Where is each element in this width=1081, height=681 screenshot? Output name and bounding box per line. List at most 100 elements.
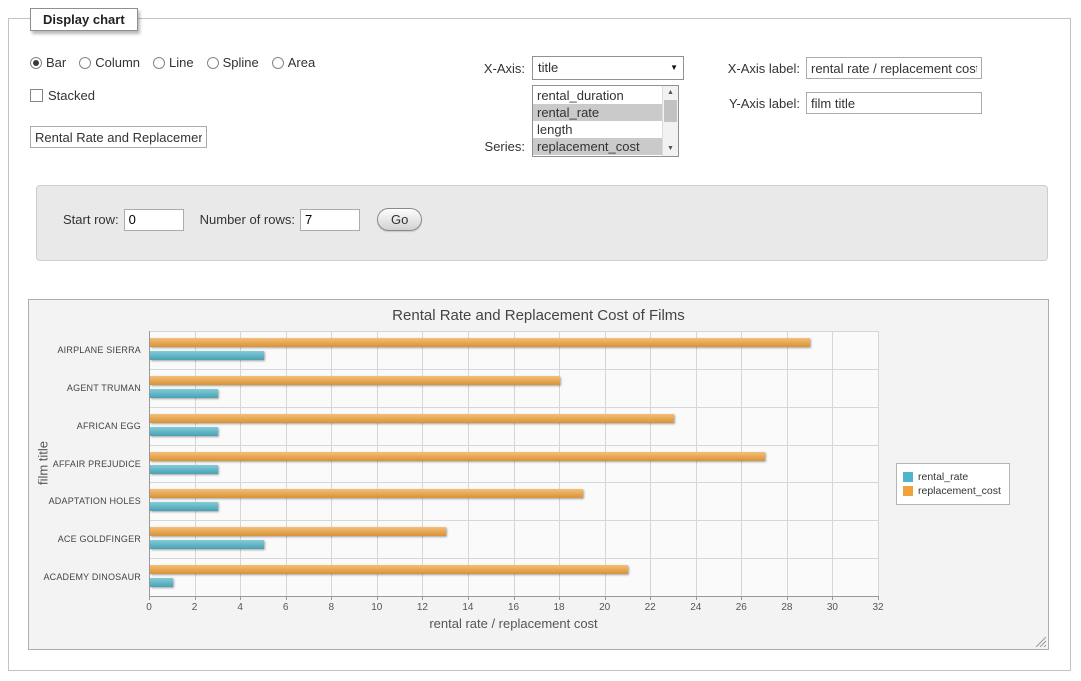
chart-panel: Rental Rate and Replacement Cost of Film… — [28, 299, 1049, 650]
y-axis-label-field-label: Y-Axis label: — [688, 96, 800, 111]
x-axis-label-field-label: X-Axis label: — [688, 61, 800, 76]
x-tick-label: 18 — [544, 602, 574, 613]
series-listbox-label: Series: — [420, 139, 525, 154]
x-tick-label: 14 — [453, 602, 483, 613]
x-tick-label: 6 — [271, 602, 301, 613]
series-options: rental_durationrental_ratelengthreplacem… — [533, 87, 663, 155]
radio-icon[interactable] — [207, 57, 219, 69]
stacked-label: Stacked — [48, 88, 95, 103]
axis-tick — [878, 596, 879, 600]
x-tick-label: 32 — [863, 602, 893, 613]
chart-legend: rental_rate replacement_cost — [896, 463, 1010, 505]
category-label: AIRPLANE SIERRA — [31, 345, 141, 355]
scrollbar-thumb[interactable] — [664, 100, 677, 122]
bar-replacement_cost — [150, 338, 810, 347]
x-tick-label: 30 — [817, 602, 847, 613]
y-axis-label-input[interactable] — [806, 92, 982, 114]
bar-rental_rate — [150, 540, 264, 549]
x-tick-label: 0 — [134, 602, 164, 613]
x-axis-label-input[interactable] — [806, 57, 982, 79]
start-row-label: Start row: — [63, 212, 119, 227]
series-option-rental_duration[interactable]: rental_duration — [533, 87, 663, 104]
grid-line-horizontal — [149, 331, 878, 332]
grid-line-vertical — [605, 331, 606, 596]
legend-label: replacement_cost — [918, 485, 1001, 497]
grid-line-vertical — [650, 331, 651, 596]
grid-line-vertical — [240, 331, 241, 596]
x-tick-label: 26 — [726, 602, 756, 613]
grid-line-vertical — [468, 331, 469, 596]
series-scrollbar[interactable]: ▲ ▼ — [662, 86, 678, 156]
series-option-replacement_cost[interactable]: replacement_cost — [533, 138, 663, 155]
x-axis-select-value: title — [538, 60, 558, 75]
radio-icon[interactable] — [272, 57, 284, 69]
chart-resize-handle[interactable] — [1033, 634, 1046, 647]
stacked-checkbox[interactable] — [30, 89, 43, 102]
grid-line-horizontal — [149, 445, 878, 446]
grid-line-vertical — [377, 331, 378, 596]
chart-title-input[interactable] — [30, 126, 207, 148]
bar-rental_rate — [150, 389, 218, 398]
grid-line-vertical — [195, 331, 196, 596]
bar-replacement_cost — [150, 527, 446, 536]
x-tick-label: 4 — [225, 602, 255, 613]
bar-replacement_cost — [150, 452, 765, 461]
chart-title: Rental Rate and Replacement Cost of Film… — [29, 307, 1048, 324]
go-button[interactable]: Go — [377, 208, 422, 231]
chart-type-radio-spline[interactable]: Spline — [207, 55, 259, 70]
grid-line-vertical — [286, 331, 287, 596]
series-listbox[interactable]: rental_durationrental_ratelengthreplacem… — [532, 85, 679, 157]
x-axis-title: rental rate / replacement cost — [149, 616, 878, 631]
legend-swatch-icon — [903, 486, 913, 496]
category-label: AGENT TRUMAN — [31, 383, 141, 393]
rows-panel-controls: Start row: Number of rows: Go — [63, 208, 422, 231]
x-tick-label: 12 — [407, 602, 437, 613]
radio-label: Area — [288, 55, 315, 70]
radio-label: Column — [95, 55, 140, 70]
x-axis-select[interactable]: title ▼ — [532, 56, 684, 80]
y-axis-line — [149, 331, 150, 596]
chart-type-radio-area[interactable]: Area — [272, 55, 315, 70]
category-label: AFRICAN EGG — [31, 421, 141, 431]
x-axis-select-label: X-Axis: — [420, 61, 525, 76]
bar-replacement_cost — [150, 565, 628, 574]
grid-line-horizontal — [149, 482, 878, 483]
fieldset-legend: Display chart — [30, 8, 138, 31]
bar-replacement_cost — [150, 414, 674, 423]
legend-swatch-icon — [903, 472, 913, 482]
bar-replacement_cost — [150, 376, 560, 385]
radio-label: Bar — [46, 55, 66, 70]
legend-label: rental_rate — [918, 471, 968, 483]
grid-line-vertical — [514, 331, 515, 596]
radio-icon[interactable] — [79, 57, 91, 69]
display-chart-page: Display chart Bar Column Line Spline Area St… — [0, 0, 1081, 681]
series-option-length[interactable]: length — [533, 121, 663, 138]
x-tick-label: 22 — [635, 602, 665, 613]
stacked-checkbox-row[interactable]: Stacked — [30, 88, 95, 103]
grid-line-vertical — [331, 331, 332, 596]
radio-icon[interactable] — [30, 57, 42, 69]
x-tick-label: 20 — [590, 602, 620, 613]
chart-type-radio-column[interactable]: Column — [79, 55, 140, 70]
radio-label: Spline — [223, 55, 259, 70]
chart-type-radio-line[interactable]: Line — [153, 55, 194, 70]
number-of-rows-input[interactable] — [300, 209, 360, 231]
category-label: AFFAIR PREJUDICE — [31, 459, 141, 469]
legend-entry-rental_rate: rental_rate — [903, 471, 1001, 483]
scrollbar-down-icon[interactable]: ▼ — [663, 142, 678, 156]
radio-icon[interactable] — [153, 57, 165, 69]
bar-rental_rate — [150, 427, 218, 436]
x-axis-line — [149, 596, 878, 597]
start-row-input[interactable] — [124, 209, 184, 231]
grid-line-horizontal — [149, 520, 878, 521]
grid-line-horizontal — [149, 558, 878, 559]
grid-line-vertical — [878, 331, 879, 596]
x-tick-label: 24 — [681, 602, 711, 613]
radio-label: Line — [169, 55, 194, 70]
category-label: ADAPTATION HOLES — [31, 496, 141, 506]
x-tick-label: 8 — [316, 602, 346, 613]
category-label: ACE GOLDFINGER — [31, 534, 141, 544]
series-option-rental_rate[interactable]: rental_rate — [533, 104, 663, 121]
scrollbar-up-icon[interactable]: ▲ — [663, 86, 678, 100]
chart-type-radio-bar[interactable]: Bar — [30, 55, 66, 70]
